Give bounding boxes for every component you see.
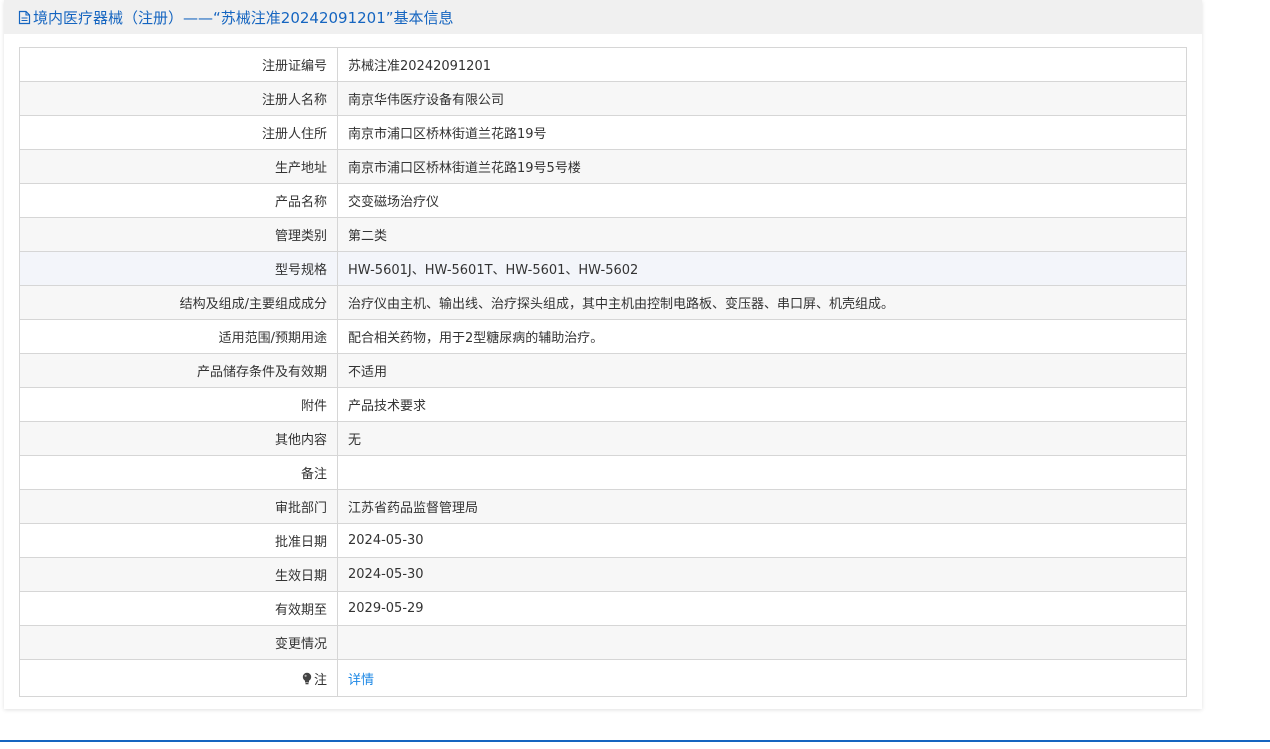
- row-value: 治疗仪由主机、输出线、治疗探头组成，其中主机由控制电路板、变压器、串口屏、机壳组…: [337, 285, 1187, 320]
- table-row: 产品储存条件及有效期 不适用: [19, 353, 1187, 388]
- info-table: 注册证编号 苏械注准20242091201 注册人名称 南京华伟医疗设备有限公司…: [19, 47, 1187, 697]
- row-label: 生效日期: [19, 557, 338, 592]
- table-row: 变更情况: [19, 625, 1187, 660]
- row-label: 审批部门: [19, 489, 338, 524]
- row-label: 产品名称: [19, 183, 338, 218]
- row-value: [337, 455, 1187, 490]
- table-row: 适用范围/预期用途 配合相关药物，用于2型糖尿病的辅助治疗。: [19, 319, 1187, 354]
- row-label: 有效期至: [19, 591, 338, 626]
- table-row: 注册人名称 南京华伟医疗设备有限公司: [19, 81, 1187, 116]
- row-label: 备注: [19, 455, 338, 490]
- row-label: 结构及组成/主要组成成分: [19, 285, 338, 320]
- row-value: HW-5601J、HW-5601T、HW-5601、HW-5602: [337, 251, 1187, 286]
- table-row: 生效日期 2024-05-30: [19, 557, 1187, 592]
- table-row: 注册证编号 苏械注准20242091201: [19, 47, 1187, 82]
- table-row: 其他内容 无: [19, 421, 1187, 456]
- lightbulb-icon: [302, 672, 312, 684]
- page-title: 境内医疗器械（注册）——“苏械注准20242091201”基本信息: [33, 8, 454, 27]
- row-value: 不适用: [337, 353, 1187, 388]
- row-value: 南京华伟医疗设备有限公司: [337, 81, 1187, 116]
- row-value: 2024-05-30: [337, 523, 1187, 558]
- row-value: 交变磁场治疗仪: [337, 183, 1187, 218]
- row-label: 其他内容: [19, 421, 338, 456]
- row-value: 2029-05-29: [337, 591, 1187, 626]
- row-value: 江苏省药品监督管理局: [337, 489, 1187, 524]
- row-label: 注册人住所: [19, 115, 338, 150]
- row-value: 产品技术要求: [337, 387, 1187, 422]
- row-label: 管理类别: [19, 217, 338, 252]
- table-row: 有效期至 2029-05-29: [19, 591, 1187, 626]
- row-value: 2024-05-30: [337, 557, 1187, 592]
- table-row: 生产地址 南京市浦口区桥林街道兰花路19号5号楼: [19, 149, 1187, 184]
- row-value: 南京市浦口区桥林街道兰花路19号5号楼: [337, 149, 1187, 184]
- row-label: 型号规格: [19, 251, 338, 286]
- panel-header: 境内医疗器械（注册）——“苏械注准20242091201”基本信息: [4, 0, 1202, 34]
- row-value: 无: [337, 421, 1187, 456]
- table-row: 管理类别 第二类: [19, 217, 1187, 252]
- row-value: 第二类: [337, 217, 1187, 252]
- table-row: 结构及组成/主要组成成分 治疗仪由主机、输出线、治疗探头组成，其中主机由控制电路…: [19, 285, 1187, 320]
- row-value: 苏械注准20242091201: [337, 47, 1187, 82]
- note-row: 注 详情: [19, 659, 1187, 697]
- table-row: 批准日期 2024-05-30: [19, 523, 1187, 558]
- note-value-cell: 详情: [337, 659, 1187, 697]
- row-label: 附件: [19, 387, 338, 422]
- details-link[interactable]: 详情: [348, 673, 374, 688]
- table-row: 审批部门 江苏省药品监督管理局: [19, 489, 1187, 524]
- row-label: 适用范围/预期用途: [19, 319, 338, 354]
- note-label: 注: [313, 672, 327, 688]
- row-value: 南京市浦口区桥林街道兰花路19号: [337, 115, 1187, 150]
- row-label: 批准日期: [19, 523, 338, 558]
- row-value: 配合相关药物，用于2型糖尿病的辅助治疗。: [337, 319, 1187, 354]
- row-value: [337, 625, 1187, 660]
- table-row: 型号规格 HW-5601J、HW-5601T、HW-5601、HW-5602: [19, 251, 1187, 286]
- table-row: 备注: [19, 455, 1187, 490]
- table-row: 附件 产品技术要求: [19, 387, 1187, 422]
- table-row: 注册人住所 南京市浦口区桥林街道兰花路19号: [19, 115, 1187, 150]
- row-label: 变更情况: [19, 625, 338, 660]
- row-label: 注册证编号: [19, 47, 338, 82]
- document-icon: [18, 10, 31, 24]
- bottom-divider: [0, 740, 1270, 742]
- note-label-cell: 注: [19, 659, 338, 697]
- row-label: 生产地址: [19, 149, 338, 184]
- info-panel: 境内医疗器械（注册）——“苏械注准20242091201”基本信息 注册证编号 …: [4, 0, 1202, 709]
- row-label: 注册人名称: [19, 81, 338, 116]
- table-row: 产品名称 交变磁场治疗仪: [19, 183, 1187, 218]
- row-label: 产品储存条件及有效期: [19, 353, 338, 388]
